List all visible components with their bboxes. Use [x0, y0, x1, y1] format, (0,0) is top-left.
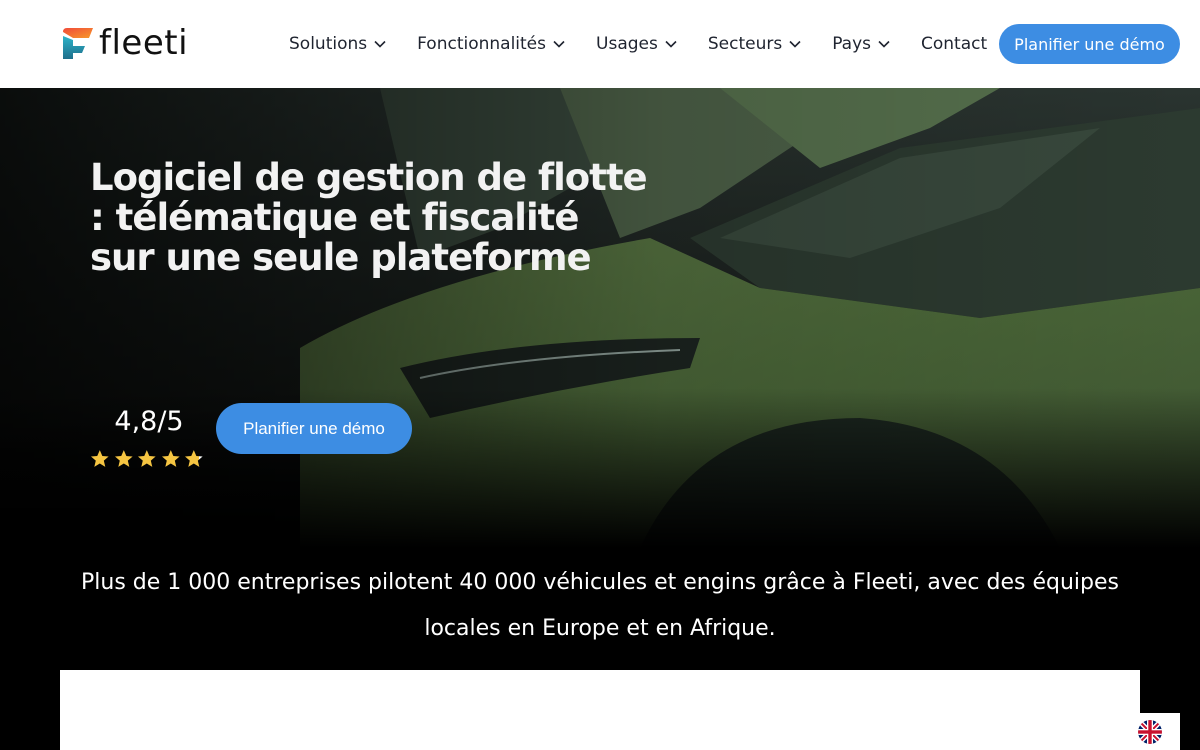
chevron-down-icon [665, 40, 677, 48]
plan-demo-header-button[interactable]: Planifier une démo [999, 24, 1180, 64]
hero-section: Logiciel de gestion de flotte : télémati… [0, 88, 1200, 548]
hero-title: Logiciel de gestion de flotte : télémati… [90, 156, 648, 279]
logo-text: fleeti [99, 23, 189, 63]
star-half-icon [185, 450, 203, 467]
nav-label: Fonctionnalités [417, 34, 547, 54]
chevron-down-icon [553, 40, 565, 48]
nav-item-pays[interactable]: Pays [832, 34, 890, 54]
fleeti-logo-icon [63, 28, 93, 59]
chevron-down-icon [374, 40, 386, 48]
star-icon [161, 450, 180, 467]
nav-item-contact[interactable]: Contact [921, 34, 987, 54]
nav-label: Secteurs [707, 34, 783, 54]
chevron-down-icon [878, 40, 890, 48]
nav-label: Contact [921, 34, 988, 54]
star-icon [90, 450, 109, 467]
nav-item-secteurs[interactable]: Secteurs [708, 34, 801, 54]
main-nav: Solutions Fonctionnalités Usages Secteur… [289, 0, 987, 88]
nav-item-usages[interactable]: Usages [596, 34, 677, 54]
nav-label: Solutions [289, 34, 368, 54]
rating-block: 4,8/5 [90, 406, 208, 469]
chevron-down-icon [789, 40, 801, 48]
language-switcher[interactable] [1120, 713, 1180, 750]
nav-item-fonctionnalites[interactable]: Fonctionnalités [417, 34, 565, 54]
fleeti-logo[interactable]: fleeti [61, 26, 188, 60]
nav-label: Usages [596, 34, 658, 54]
plan-demo-hero-button[interactable]: Planifier une démo [216, 403, 412, 454]
uk-flag-icon [1138, 719, 1162, 744]
nav-label: Pays [832, 34, 872, 54]
content-panel [60, 670, 1140, 750]
rating-stars [90, 449, 208, 469]
star-icon [114, 450, 133, 467]
site-header: fleeti Solutions Fonctionnalités Usages … [0, 0, 1200, 88]
nav-item-solutions[interactable]: Solutions [289, 34, 386, 54]
rating-value: 4,8/5 [114, 406, 184, 437]
stats-text: Plus de 1 000 entreprises pilotent 40 00… [81, 570, 1119, 641]
star-icon [138, 450, 156, 467]
